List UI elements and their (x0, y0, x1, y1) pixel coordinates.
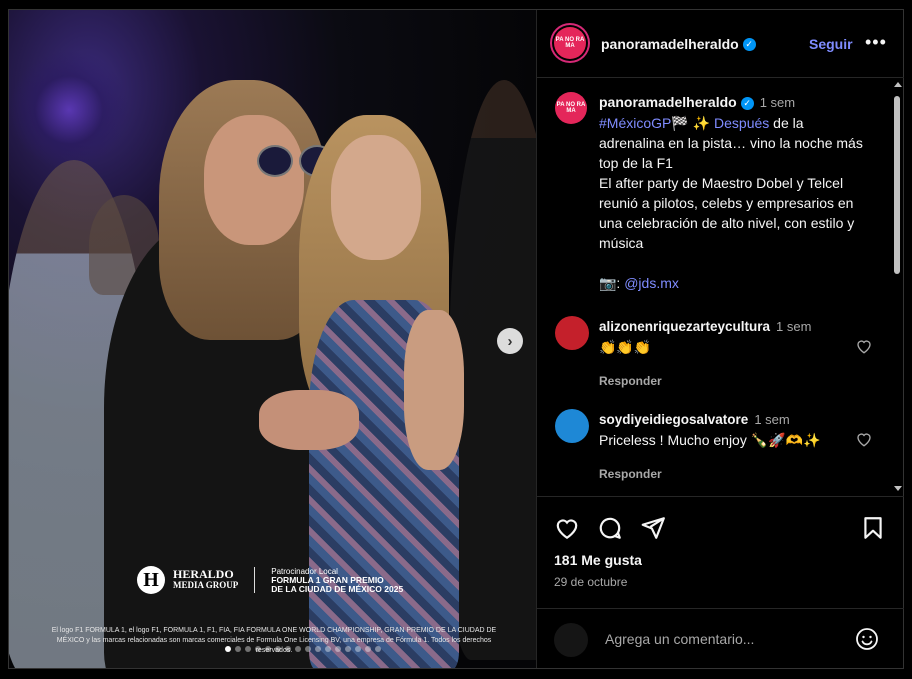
brand-name-line2: MEDIA GROUP (173, 580, 239, 590)
divider (254, 567, 256, 593)
carousel-dot[interactable] (325, 646, 331, 652)
author-avatar[interactable]: PA NO RA MA (554, 27, 586, 59)
like-comment-heart-icon[interactable] (855, 337, 873, 355)
follow-button[interactable]: Seguir (809, 36, 853, 52)
carousel-dot[interactable] (345, 646, 351, 652)
carousel-dot[interactable] (335, 646, 341, 652)
caption: panoramadelheraldo ✓ 1 sem #MéxicoGP🏁 ✨ De… (599, 92, 869, 293)
carousel-dot[interactable] (305, 646, 311, 652)
reply-button[interactable]: Responder (599, 374, 849, 388)
verified-badge-icon: ✓ (742, 38, 756, 52)
carousel-dot[interactable] (235, 646, 241, 652)
emoji-picker-icon[interactable] (855, 627, 879, 651)
sponsor-banner: H HERALDO MEDIA GROUP Patrocinador Local… (137, 566, 403, 594)
brand-name: HERALDO MEDIA GROUP (173, 567, 239, 591)
carousel-dot[interactable] (355, 646, 361, 652)
caption-time: 1 sem (759, 95, 796, 110)
comment-bubble-icon[interactable] (597, 515, 623, 541)
sponsor-text: Patrocinador Local FORMULA 1 GRAN PREMIO… (271, 567, 403, 594)
more-options-icon[interactable]: ••• (865, 32, 887, 53)
carousel-dot[interactable] (275, 646, 281, 652)
heraldo-logo: H (137, 566, 165, 594)
highlight-link[interactable]: Después (714, 115, 769, 131)
comment-time: 1 sem (776, 319, 812, 334)
hands (259, 390, 359, 450)
like-heart-icon[interactable] (554, 515, 580, 541)
stage-light (9, 50, 129, 170)
scrollbar-thumb[interactable] (894, 96, 900, 274)
comment-time: 1 sem (754, 412, 790, 427)
add-comment-bar (537, 608, 904, 669)
comment-text: 👏👏👏 (599, 339, 652, 355)
carousel-dot[interactable] (255, 646, 261, 652)
comment-text: Priceless ! Mucho enjoy 🍾🚀🫶✨ (599, 432, 821, 448)
carousel-dot[interactable] (285, 646, 291, 652)
author-info: panoramadelheraldo ✓ (601, 36, 756, 54)
sparkle-emoji: ✨ (692, 115, 711, 131)
post-sidebar: PA NO RA MA panoramadelheraldo ✓ Seguir •… (536, 10, 904, 668)
carousel-dot[interactable] (295, 646, 301, 652)
man-face (204, 115, 304, 245)
carousel-dot[interactable] (225, 646, 231, 652)
actions-bar: 181 Me gusta 29 de octubre (537, 496, 904, 609)
like-comment-heart-icon[interactable] (855, 430, 873, 448)
commenter-avatar[interactable] (555, 316, 589, 350)
post-date: 29 de octubre (554, 575, 628, 589)
commenter-username[interactable]: alizonenriquezarteycultura (599, 319, 770, 334)
reply-button[interactable]: Responder (599, 467, 849, 481)
share-paper-plane-icon[interactable] (640, 515, 666, 541)
carousel-dots (225, 646, 381, 652)
post-photo: › H HERALDO MEDIA GROUP Patrocinador Loc… (9, 10, 536, 668)
commenter-avatar[interactable] (555, 409, 589, 443)
comments-panel: PA NO RA MA panoramadelheraldo ✓ 1 sem #Mé… (537, 78, 904, 495)
post-header: PA NO RA MA panoramadelheraldo ✓ Seguir •… (537, 10, 904, 78)
carousel-dot[interactable] (245, 646, 251, 652)
scroll-down-arrow[interactable] (894, 486, 902, 491)
carousel-dot[interactable] (365, 646, 371, 652)
camera-emoji: 📷: (599, 275, 621, 291)
brand-name-line1: HERALDO (173, 567, 234, 581)
hashtag-link[interactable]: #MéxicoGP🏁 (599, 115, 689, 131)
sponsor-line2: DE LA CIUDAD DE MÉXICO 2025 (271, 583, 404, 594)
carousel-next-button[interactable]: › (497, 328, 523, 354)
current-user-avatar (554, 623, 588, 657)
carousel-dot[interactable] (265, 646, 271, 652)
caption-text-2: El after party de Maestro Dobel y Telcel… (599, 175, 855, 251)
carousel-dot[interactable] (315, 646, 321, 652)
woman-face (331, 135, 421, 260)
caption-avatar[interactable]: PA NO RA MA (555, 92, 587, 124)
verified-badge-icon: ✓ (740, 96, 754, 110)
carousel-dot[interactable] (375, 646, 381, 652)
comment-input[interactable] (603, 627, 847, 651)
woman-arm (404, 310, 464, 470)
post-modal: › H HERALDO MEDIA GROUP Patrocinador Loc… (8, 9, 904, 669)
credit-link[interactable]: @jds.mx (624, 275, 679, 291)
author-username[interactable]: panoramadelheraldo (601, 36, 739, 52)
scroll-up-arrow[interactable] (894, 82, 902, 87)
likes-count[interactable]: 181 Me gusta (554, 552, 642, 568)
save-bookmark-icon[interactable] (860, 515, 886, 541)
caption-username[interactable]: panoramadelheraldo (599, 94, 737, 110)
commenter-username[interactable]: soydiyeidiegosalvatore (599, 412, 748, 427)
